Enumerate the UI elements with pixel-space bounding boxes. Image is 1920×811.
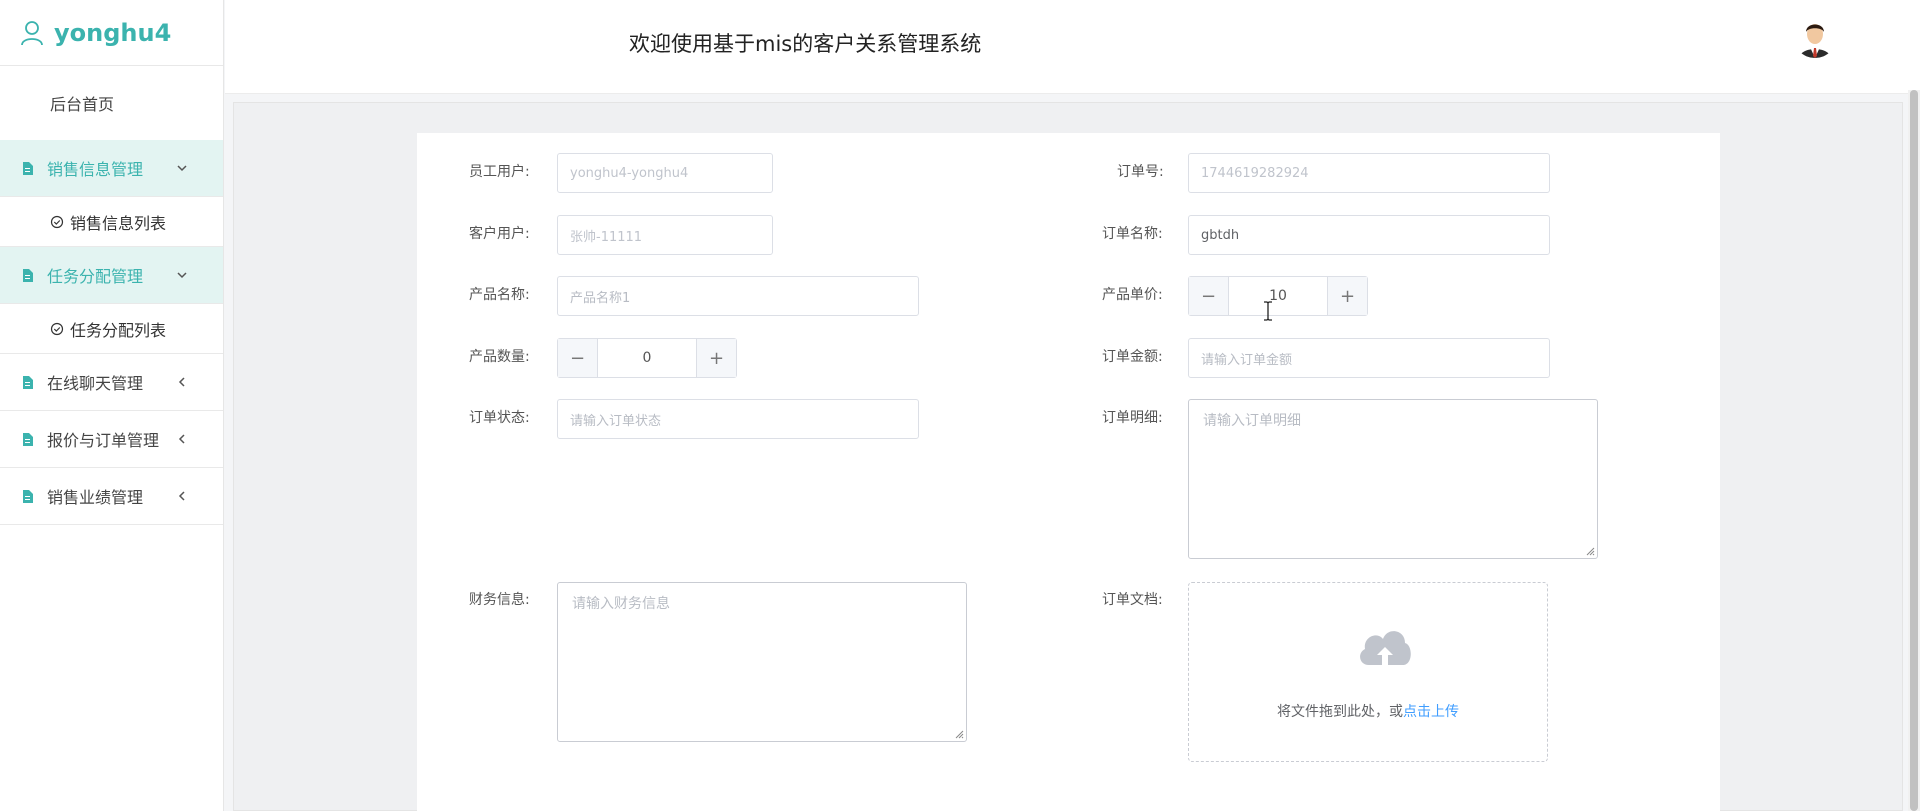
upload-hint-text: 将文件拖到此处，或: [1277, 704, 1403, 720]
sidebar-item-label: 销售业绩管理: [47, 488, 144, 507]
order-no-field: 1744619282924: [1188, 153, 1550, 193]
sidebar: yonghu4 后台首页 销售信息管理 销售信息列表 任务分配管理 任务分配列表…: [0, 0, 224, 811]
finance-textarea[interactable]: 请输入财务信息: [557, 582, 967, 742]
resize-grip-icon[interactable]: [955, 730, 964, 739]
order-name-value: gbtdh: [1201, 227, 1240, 243]
staff-user-value: yonghu4-yonghu4: [570, 165, 689, 181]
order-detail-label: 订单明细:: [1102, 410, 1163, 426]
chevron-down-icon: [177, 272, 187, 279]
product-name-label: 产品名称:: [469, 287, 530, 303]
finance-placeholder: 请输入财务信息: [572, 596, 670, 612]
chevron-left-icon: [178, 491, 185, 501]
resize-grip-icon[interactable]: [1586, 547, 1595, 556]
sidebar-item-sales-performance[interactable]: 销售业绩管理: [0, 468, 223, 525]
order-amount-field[interactable]: 请输入订单金额: [1188, 338, 1550, 378]
order-name-label: 订单名称:: [1102, 226, 1163, 242]
quantity-decrease-button[interactable]: −: [558, 339, 598, 377]
customer-user-label: 客户用户:: [469, 226, 530, 242]
sidebar-item-label: 销售信息管理: [47, 160, 144, 179]
order-name-field[interactable]: gbtdh: [1188, 215, 1550, 255]
unit-price-label: 产品单价:: [1102, 287, 1163, 303]
page-title: 欢迎使用基于mis的客户关系管理系统: [629, 32, 982, 56]
check-circle-icon: [50, 215, 64, 228]
quantity-label: 产品数量:: [469, 349, 530, 365]
chevron-down-icon: [177, 165, 187, 172]
scrollbar-thumb[interactable]: [1910, 90, 1918, 811]
order-no-value: 1744619282924: [1201, 165, 1309, 181]
order-detail-textarea[interactable]: 请输入订单明细: [1188, 399, 1598, 559]
quantity-stepper[interactable]: − 0 +: [557, 338, 737, 378]
staff-user-label: 员工用户:: [469, 164, 530, 180]
order-status-placeholder: 请输入订单状态: [570, 413, 662, 429]
brand: yonghu4: [0, 0, 223, 66]
sidebar-item-label: 报价与订单管理: [47, 431, 160, 450]
customer-user-value: 张帅-11111: [570, 229, 643, 245]
order-no-label: 订单号:: [1117, 164, 1164, 180]
order-status-label: 订单状态:: [469, 410, 530, 426]
product-name-field: 产品名称1: [557, 276, 919, 316]
order-detail-placeholder: 请输入订单明细: [1203, 413, 1301, 429]
unit-price-increase-button[interactable]: +: [1327, 277, 1367, 315]
order-form: 员工用户: yonghu4-yonghu4 订单号: 1744619282924…: [417, 133, 1720, 811]
upload-hint: 将文件拖到此处，或点击上传: [1189, 701, 1547, 721]
order-doc-label: 订单文档:: [1102, 592, 1163, 608]
submenu-label: 任务分配列表: [70, 320, 167, 340]
document-icon: [23, 268, 33, 282]
sidebar-item-label: 在线聊天管理: [47, 374, 144, 393]
submenu-label: 销售信息列表: [70, 213, 167, 233]
unit-price-decrease-button[interactable]: −: [1189, 277, 1229, 315]
customer-user-field: 张帅-11111: [557, 215, 773, 255]
sidebar-item-label: 任务分配管理: [47, 267, 144, 286]
scrollbar[interactable]: [1908, 90, 1920, 811]
chevron-left-icon: [178, 434, 185, 444]
quantity-increase-button[interactable]: +: [696, 339, 736, 377]
check-circle-icon: [50, 322, 64, 335]
unit-price-stepper[interactable]: − 10 +: [1188, 276, 1368, 316]
order-status-field[interactable]: 请输入订单状态: [557, 399, 919, 439]
document-icon: [23, 375, 33, 389]
sidebar-item-quote-order[interactable]: 报价与订单管理: [0, 411, 223, 468]
upload-link[interactable]: 点击上传: [1403, 704, 1459, 720]
user-icon: [21, 20, 43, 45]
sidebar-item-task-assignment[interactable]: 任务分配管理: [0, 247, 223, 304]
quantity-input[interactable]: 0: [598, 339, 696, 377]
avatar-icon: [1793, 14, 1837, 58]
sidebar-item-online-chat[interactable]: 在线聊天管理: [0, 354, 223, 411]
order-amount-placeholder: 请输入订单金额: [1201, 352, 1293, 368]
avatar[interactable]: [1793, 14, 1837, 58]
header: 欢迎使用基于mis的客户关系管理系统: [225, 0, 1920, 94]
document-icon: [23, 489, 33, 503]
cloud-upload-icon: [1360, 631, 1411, 665]
text-cursor-icon: [1264, 301, 1272, 321]
product-name-placeholder: 产品名称1: [570, 290, 631, 306]
sidebar-subitem-sales-info-list[interactable]: 销售信息列表: [0, 197, 223, 247]
document-icon: [23, 161, 33, 175]
document-icon: [23, 432, 33, 446]
finance-label: 财务信息:: [469, 592, 530, 608]
sidebar-subitem-task-assignment-list[interactable]: 任务分配列表: [0, 304, 223, 354]
unit-price-input[interactable]: 10: [1229, 277, 1327, 315]
sidebar-item-sales-info[interactable]: 销售信息管理: [0, 140, 223, 197]
order-doc-upload[interactable]: 将文件拖到此处，或点击上传: [1188, 582, 1548, 762]
username: yonghu4: [54, 18, 172, 47]
staff-user-field: yonghu4-yonghu4: [557, 153, 773, 193]
chevron-left-icon: [178, 377, 185, 387]
sidebar-item-home[interactable]: 后台首页: [0, 66, 223, 140]
order-amount-label: 订单金额:: [1102, 349, 1163, 365]
